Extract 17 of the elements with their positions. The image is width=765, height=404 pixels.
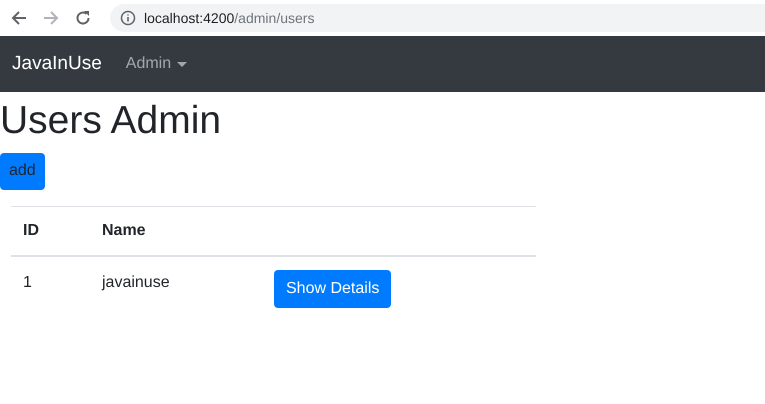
info-icon — [120, 10, 136, 26]
caret-icon — [177, 62, 188, 66]
url-path: /admin/users — [234, 10, 314, 26]
reload-icon — [75, 10, 91, 26]
page-title: Users Admin — [0, 98, 222, 144]
column-header: ID — [23, 222, 40, 240]
column-header: Name — [102, 222, 147, 240]
admin-dropdown[interactable]: Admin — [126, 55, 188, 73]
left-arrow-icon — [11, 10, 27, 26]
table-cell-text: 1 — [23, 274, 33, 292]
url-host: localhost:4200 — [144, 10, 234, 26]
add-button[interactable]: add — [0, 152, 45, 190]
show-details-button[interactable]: Show Details — [274, 270, 392, 308]
brand-link[interactable]: JavaInUse — [12, 53, 102, 75]
address-bar[interactable]: localhost:4200/admin/users — [110, 4, 765, 32]
right-arrow-icon — [43, 10, 59, 26]
table-cell-text: javainuse — [102, 274, 171, 292]
